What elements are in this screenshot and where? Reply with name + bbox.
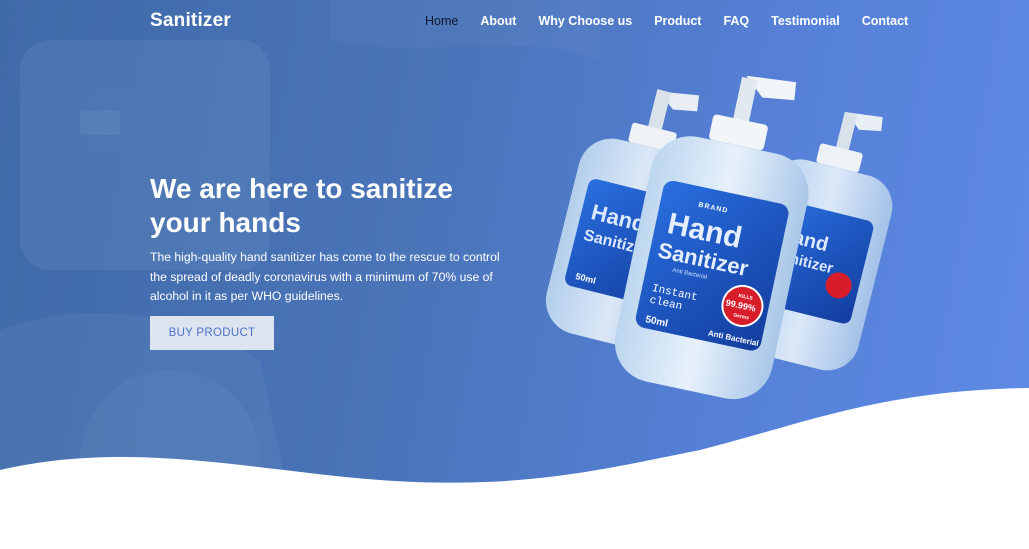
hero-description: The high-quality hand sanitizer has come… <box>150 250 500 303</box>
nav-why-choose-us[interactable]: Why Choose us <box>538 14 632 28</box>
hero-headline-line2: your hands <box>150 207 301 238</box>
hero-section: Sanitizer Home About Why Choose us Produ… <box>0 0 1029 549</box>
nav-home[interactable]: Home <box>425 14 458 28</box>
nav-product[interactable]: Product <box>654 14 701 28</box>
nav-faq[interactable]: FAQ <box>723 14 749 28</box>
hero-headline-line1: We are here to sanitize <box>150 173 453 204</box>
hero-headline: We are here to sanitize your hands <box>150 172 510 240</box>
nav-about[interactable]: About <box>480 14 516 28</box>
nav-contact[interactable]: Contact <box>862 14 909 28</box>
sanitizer-bottles-image: Hand Sanitizer 50ml Hand Sanitizer 50ml … <box>545 75 893 400</box>
buy-product-button[interactable]: BUY PRODUCT <box>150 316 274 350</box>
nav-testimonial[interactable]: Testimonial <box>771 14 840 28</box>
brand-logo[interactable]: Sanitizer <box>150 10 231 32</box>
navbar: Sanitizer Home About Why Choose us Produ… <box>0 0 1029 44</box>
main-nav: Home About Why Choose us Product FAQ Tes… <box>425 14 930 28</box>
